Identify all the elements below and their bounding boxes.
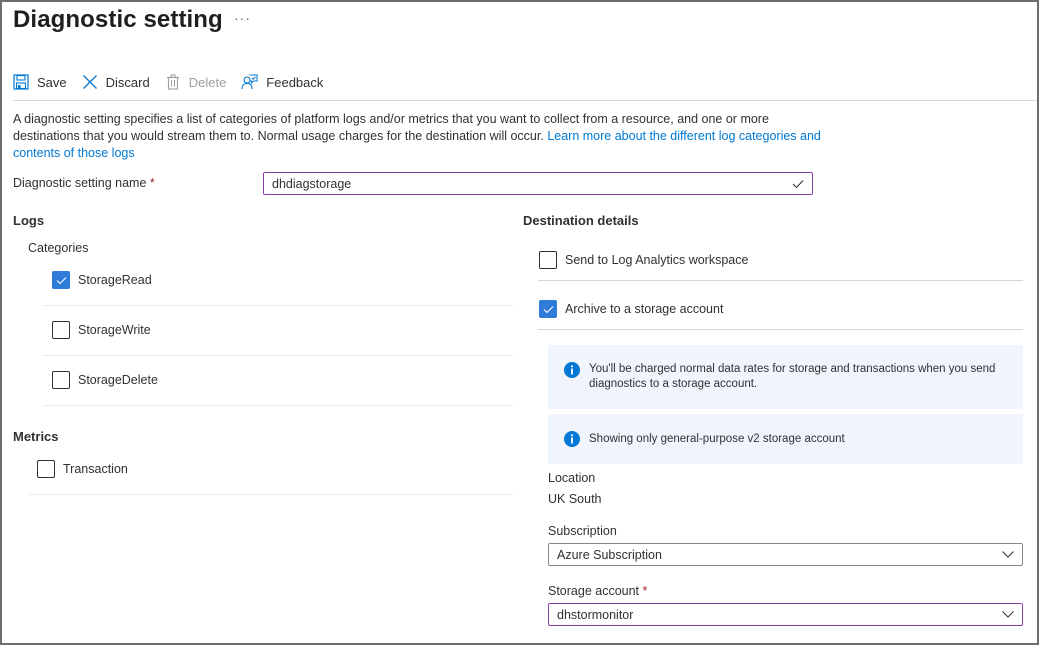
save-label: Save xyxy=(37,74,67,90)
log-category-label: StorageDelete xyxy=(78,373,158,387)
command-bar: Save Discard Delete Feedback xyxy=(13,70,338,94)
page-title: Diagnostic setting xyxy=(13,6,223,33)
storage-account-label: Storage account * xyxy=(548,584,647,598)
info-banner-charges: You'll be charged normal data rates for … xyxy=(548,345,1023,409)
feedback-icon xyxy=(241,74,258,90)
destination-storage-account[interactable]: Archive to a storage account xyxy=(539,300,723,318)
check-icon xyxy=(56,276,66,284)
checkbox-unchecked[interactable] xyxy=(37,460,55,478)
checkmark-icon xyxy=(792,179,804,188)
discard-button[interactable]: Discard xyxy=(82,74,150,90)
divider xyxy=(43,305,513,306)
more-options-button[interactable]: ··· xyxy=(234,10,251,26)
storage-account-dropdown[interactable]: dhstormonitor xyxy=(548,603,1023,626)
close-icon xyxy=(82,75,97,89)
chevron-down-icon xyxy=(1002,611,1014,618)
trash-icon xyxy=(166,74,179,90)
chevron-down-icon xyxy=(1002,551,1014,558)
required-asterisk: * xyxy=(642,584,648,598)
info-banner-gpv2: Showing only general-purpose v2 storage … xyxy=(548,414,1023,464)
destination-label: Archive to a storage account xyxy=(565,302,724,316)
info-icon xyxy=(564,362,580,378)
metric-transaction[interactable]: Transaction xyxy=(37,460,128,478)
info-icon xyxy=(564,431,580,447)
discard-label: Discard xyxy=(105,74,150,90)
save-icon xyxy=(13,74,29,90)
delete-button[interactable]: Delete xyxy=(165,74,227,90)
checkbox-checked[interactable] xyxy=(52,271,70,289)
log-category-storageread[interactable]: StorageRead xyxy=(52,271,152,289)
delete-label: Delete xyxy=(188,74,227,90)
divider xyxy=(538,329,1023,330)
destination-heading: Destination details xyxy=(523,213,639,228)
setting-name-input[interactable]: dhdiagstorage xyxy=(263,172,813,195)
metric-label: Transaction xyxy=(63,462,128,476)
metrics-heading: Metrics xyxy=(13,429,59,444)
subscription-label: Subscription xyxy=(548,524,617,538)
subscription-dropdown[interactable]: Azure Subscription xyxy=(548,543,1023,566)
checkbox-unchecked[interactable] xyxy=(539,251,557,269)
setting-name-label: Diagnostic setting name * xyxy=(13,176,155,190)
subscription-value: Azure Subscription xyxy=(557,547,662,562)
destination-label: Send to Log Analytics workspace xyxy=(565,253,749,267)
feedback-button[interactable]: Feedback xyxy=(241,74,323,90)
categories-label: Categories xyxy=(28,241,89,255)
divider xyxy=(43,355,513,356)
log-category-label: StorageWrite xyxy=(78,323,151,337)
description: A diagnostic setting specifies a list of… xyxy=(13,111,823,162)
location-label: Location xyxy=(548,471,596,485)
log-category-label: StorageRead xyxy=(78,273,152,287)
checkbox-unchecked[interactable] xyxy=(52,321,70,339)
info-text: Showing only general-purpose v2 storage … xyxy=(589,432,845,445)
toolbar-divider xyxy=(13,100,1037,101)
divider xyxy=(28,494,513,495)
destination-log-analytics[interactable]: Send to Log Analytics workspace xyxy=(539,251,748,269)
checkbox-checked[interactable] xyxy=(539,300,557,318)
setting-name-label-text: Diagnostic setting name xyxy=(13,176,147,190)
log-category-storagedelete[interactable]: StorageDelete xyxy=(52,371,158,389)
setting-name-value: dhdiagstorage xyxy=(272,176,352,191)
log-category-storagewrite[interactable]: StorageWrite xyxy=(52,321,151,339)
logs-heading: Logs xyxy=(13,213,45,228)
feedback-label: Feedback xyxy=(266,74,324,90)
storage-account-value: dhstormonitor xyxy=(557,607,634,622)
info-text: You'll be charged normal data rates for … xyxy=(589,363,996,390)
divider xyxy=(43,405,513,406)
storage-account-label-text: Storage account xyxy=(548,584,640,598)
location-value: UK South xyxy=(548,492,602,506)
divider xyxy=(538,280,1023,281)
checkbox-unchecked[interactable] xyxy=(52,371,70,389)
check-icon xyxy=(543,305,553,313)
save-button[interactable]: Save xyxy=(13,74,67,90)
required-asterisk: * xyxy=(149,176,155,190)
